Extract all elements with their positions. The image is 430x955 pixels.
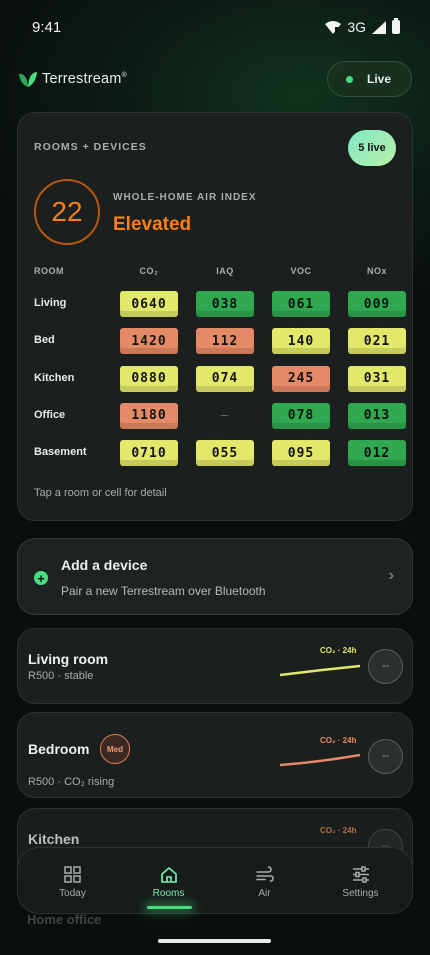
- battery-icon: [392, 18, 400, 34]
- col-nox: NOx: [366, 266, 387, 276]
- co2-sparkline: [280, 753, 360, 767]
- spark-label: CO₂ · 24h: [320, 646, 357, 655]
- grid-row-label: Basement: [34, 446, 87, 459]
- live-dot-icon: [345, 75, 353, 83]
- col-voc: VOC: [290, 266, 312, 276]
- add-device-title: Add a device: [61, 557, 148, 573]
- grid-cell-iaq[interactable]: 074: [196, 365, 254, 392]
- grid-icon: [64, 865, 81, 883]
- grid-row-label: Living: [34, 297, 67, 309]
- room-card-sub: R500 · CO₂ rising: [28, 776, 115, 788]
- col-co2: CO₂: [139, 266, 159, 276]
- nav-item-rooms[interactable]: Rooms: [119, 848, 218, 915]
- grid-header: ROOM CO₂ IAQ VOC NOx: [34, 266, 400, 280]
- room-card-name: Bedroom: [28, 741, 90, 757]
- grid-cell-nox[interactable]: 021: [348, 328, 406, 355]
- col-iaq: IAQ: [216, 266, 234, 276]
- nav-label: Rooms: [152, 888, 185, 899]
- grid-cell-co2[interactable]: 0710: [120, 440, 178, 467]
- grid-cell-iaq[interactable]: –: [196, 403, 254, 429]
- spark-label: CO₂ · 24h: [320, 736, 357, 745]
- grid-row-basement[interactable]: Basement 0710 055 095 012: [34, 440, 406, 467]
- grid-row-bed[interactable]: Bed 1420 112 140 021: [34, 328, 406, 355]
- nav-label: Today: [59, 888, 86, 899]
- grid-row-office[interactable]: Office 1180–078 013: [34, 402, 406, 429]
- grid-cell-iaq[interactable]: 055: [196, 440, 254, 467]
- grid-row-label: Office: [34, 408, 66, 421]
- room-detail-button[interactable]: --: [368, 649, 403, 684]
- nav-item-today[interactable]: Today: [23, 848, 122, 915]
- grid-row-living[interactable]: Living 0640 038 061 009: [34, 291, 406, 317]
- plus-circle-icon: +: [34, 571, 48, 585]
- chevron-right-icon: ›: [388, 567, 394, 584]
- add-device-card[interactable]: + Add a device Pair a new Terrestream ov…: [17, 538, 413, 615]
- status-time: 9:41: [32, 18, 62, 36]
- cell-signal-icon: [372, 20, 386, 34]
- grid-row-kitchen[interactable]: Kitchen 0880 074 245 031: [34, 365, 406, 392]
- rooms-devices-card: ROOMS + DEVICES 5 live 22 WHOLE-HOME AIR…: [17, 112, 413, 521]
- grid-cell-voc[interactable]: 061: [272, 291, 330, 317]
- bottom-nav: Today Rooms Air Settings: [17, 847, 413, 914]
- grid-cell-iaq[interactable]: 038: [196, 291, 254, 317]
- status-bar: 9:41 3G: [0, 0, 430, 54]
- add-device-subtitle: Pair a new Terrestream over Bluetooth: [61, 584, 266, 598]
- room-card-living[interactable]: Living room R500 · stable CO₂ · 24h --: [17, 628, 413, 704]
- col-room: ROOM: [34, 266, 64, 276]
- leaf-logo-icon: [19, 72, 37, 87]
- home-indicator[interactable]: [158, 939, 271, 943]
- grid-cell-co2[interactable]: 0880: [120, 365, 178, 392]
- grid-row-label: Bed: [34, 334, 55, 347]
- sliders-icon: [352, 865, 370, 883]
- grid-cell-co2[interactable]: 1180: [120, 402, 178, 429]
- status-badge: Med: [100, 734, 130, 764]
- brand: Terrestream®: [18, 70, 127, 88]
- nav-item-settings[interactable]: Settings: [311, 848, 410, 915]
- grid-cell-co2[interactable]: 1420: [120, 328, 178, 355]
- live-status-pill[interactable]: Live: [326, 61, 412, 97]
- wifi-icon: [325, 20, 342, 34]
- room-card-bedroom[interactable]: Bedroom Med R500 · CO₂ rising CO₂ · 24h …: [17, 712, 413, 798]
- grid-row-label: Kitchen: [34, 371, 75, 384]
- wind-icon: [255, 865, 274, 883]
- spark-label: CO₂ · 24h: [320, 826, 357, 835]
- live-count-badge[interactable]: 5 live: [348, 130, 396, 166]
- air-index-value: 22: [34, 179, 100, 245]
- grid-cell-voc[interactable]: 245: [272, 365, 330, 392]
- app-bar: Terrestream® Live: [18, 60, 412, 98]
- home-icon: [160, 865, 178, 883]
- grid-cell-nox[interactable]: 009: [348, 291, 406, 317]
- grid-cell-voc[interactable]: 095: [272, 440, 330, 467]
- grid-cell-voc[interactable]: 078: [272, 402, 330, 429]
- room-card-name: Living room: [28, 651, 109, 667]
- network-type: 3G: [347, 19, 366, 35]
- brand-name: Terrestream®: [42, 71, 127, 87]
- nav-item-air[interactable]: Air: [215, 848, 314, 915]
- air-index-label: WHOLE-HOME AIR INDEX: [113, 192, 257, 203]
- active-indicator: [147, 906, 192, 909]
- rooms-devices-heading: ROOMS + DEVICES: [34, 141, 147, 153]
- room-card-name: Kitchen: [28, 831, 80, 847]
- grid-hint: Tap a room or cell for detail: [34, 487, 167, 499]
- co2-sparkline: [280, 664, 360, 677]
- room-card-sub: R500 · stable: [28, 670, 94, 682]
- status-icons: 3G: [325, 18, 400, 35]
- live-label: Live: [366, 72, 391, 86]
- nav-label: Settings: [342, 888, 379, 899]
- nav-label: Air: [258, 888, 271, 899]
- grid-cell-voc[interactable]: 140: [272, 328, 330, 355]
- grid-cell-nox[interactable]: 013: [348, 402, 406, 429]
- room-detail-button[interactable]: --: [368, 739, 403, 774]
- grid-cell-nox[interactable]: 012: [348, 440, 406, 467]
- grid-cell-co2[interactable]: 0640: [120, 291, 178, 317]
- grid-cell-nox[interactable]: 031: [348, 365, 406, 392]
- air-index-status: Elevated: [113, 214, 192, 235]
- grid-cell-iaq[interactable]: 112: [196, 328, 254, 355]
